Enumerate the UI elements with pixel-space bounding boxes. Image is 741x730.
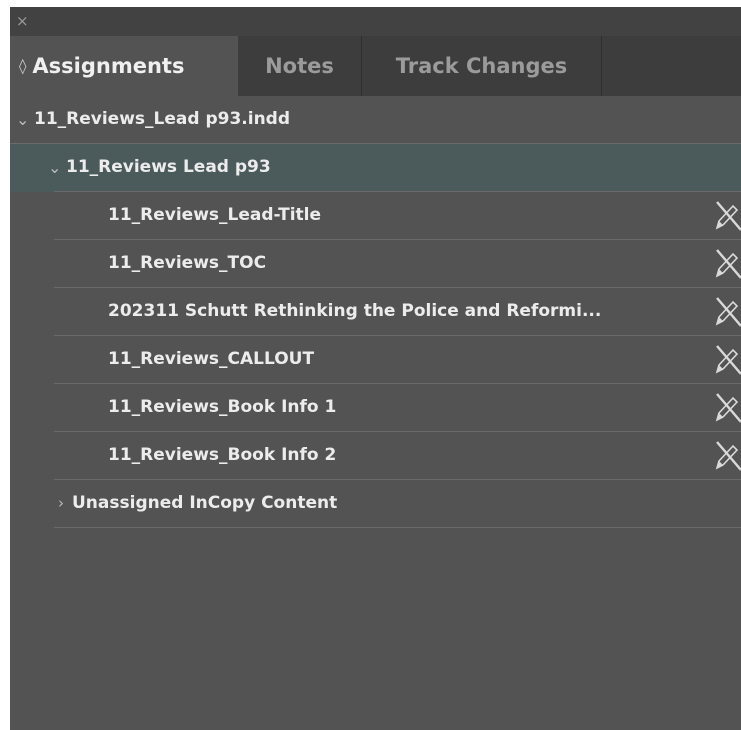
tree-row-unassigned[interactable]: › Unassigned InCopy Content <box>10 480 741 528</box>
tab-assignments-label: Assignments <box>32 54 185 78</box>
chevron-right-icon[interactable]: › <box>58 480 64 527</box>
story-label: 11_Reviews_Book Info 1 <box>108 397 337 417</box>
story-label: 11_Reviews_TOC <box>108 253 267 273</box>
tab-assignments[interactable]: ◊ Assignments <box>10 36 238 96</box>
tree-row-document[interactable]: ⌄ 11_Reviews_Lead p93.indd <box>10 96 741 144</box>
chevron-down-icon[interactable]: ⌄ <box>48 144 61 191</box>
unassigned-label: Unassigned InCopy Content <box>72 493 338 513</box>
close-icon[interactable]: × <box>16 12 29 30</box>
tab-notes-label: Notes <box>265 54 334 78</box>
tab-notes[interactable]: Notes <box>238 36 362 96</box>
tree-row-story[interactable]: 11_Reviews_TOC <box>10 240 741 288</box>
story-label: 11_Reviews_Book Info 2 <box>108 445 337 465</box>
tree-row-story[interactable]: 11_Reviews_Book Info 1 <box>10 384 741 432</box>
document-label: 11_Reviews_Lead p93.indd <box>34 109 291 129</box>
pencil-crossed-icon <box>715 297 741 327</box>
panel-titlebar: × <box>10 7 741 36</box>
chevron-down-icon[interactable]: ⌄ <box>16 96 29 143</box>
story-label: 202311 Schutt Rethinking the Police and … <box>108 301 602 321</box>
tree-row-story[interactable]: 11_Reviews_Book Info 2 <box>10 432 741 480</box>
assignments-panel: × ◊ Assignments Notes Track Changes ⌄ 11… <box>10 7 741 730</box>
story-label: 11_Reviews_CALLOUT <box>108 349 315 369</box>
story-label: 11_Reviews_Lead-Title <box>108 205 322 225</box>
pencil-crossed-icon <box>715 201 741 231</box>
panel-tabbar: ◊ Assignments Notes Track Changes <box>10 36 741 96</box>
pencil-crossed-icon <box>715 441 741 471</box>
tab-collapse-arrows-icon[interactable]: ◊ <box>19 57 26 75</box>
pencil-crossed-icon <box>715 393 741 423</box>
row-divider <box>54 527 741 528</box>
tree-row-story[interactable]: 11_Reviews_CALLOUT <box>10 336 741 384</box>
tree-row-story[interactable]: 202311 Schutt Rethinking the Police and … <box>10 288 741 336</box>
tab-track-changes[interactable]: Track Changes <box>362 36 602 96</box>
pencil-crossed-icon <box>715 345 741 375</box>
pencil-crossed-icon <box>715 249 741 279</box>
tree-row-assignment[interactable]: ⌄ 11_Reviews Lead p93 <box>10 144 741 192</box>
tree-row-story[interactable]: 11_Reviews_Lead-Title <box>10 192 741 240</box>
tab-track-changes-label: Track Changes <box>395 54 568 78</box>
assignment-label: 11_Reviews Lead p93 <box>66 157 271 177</box>
